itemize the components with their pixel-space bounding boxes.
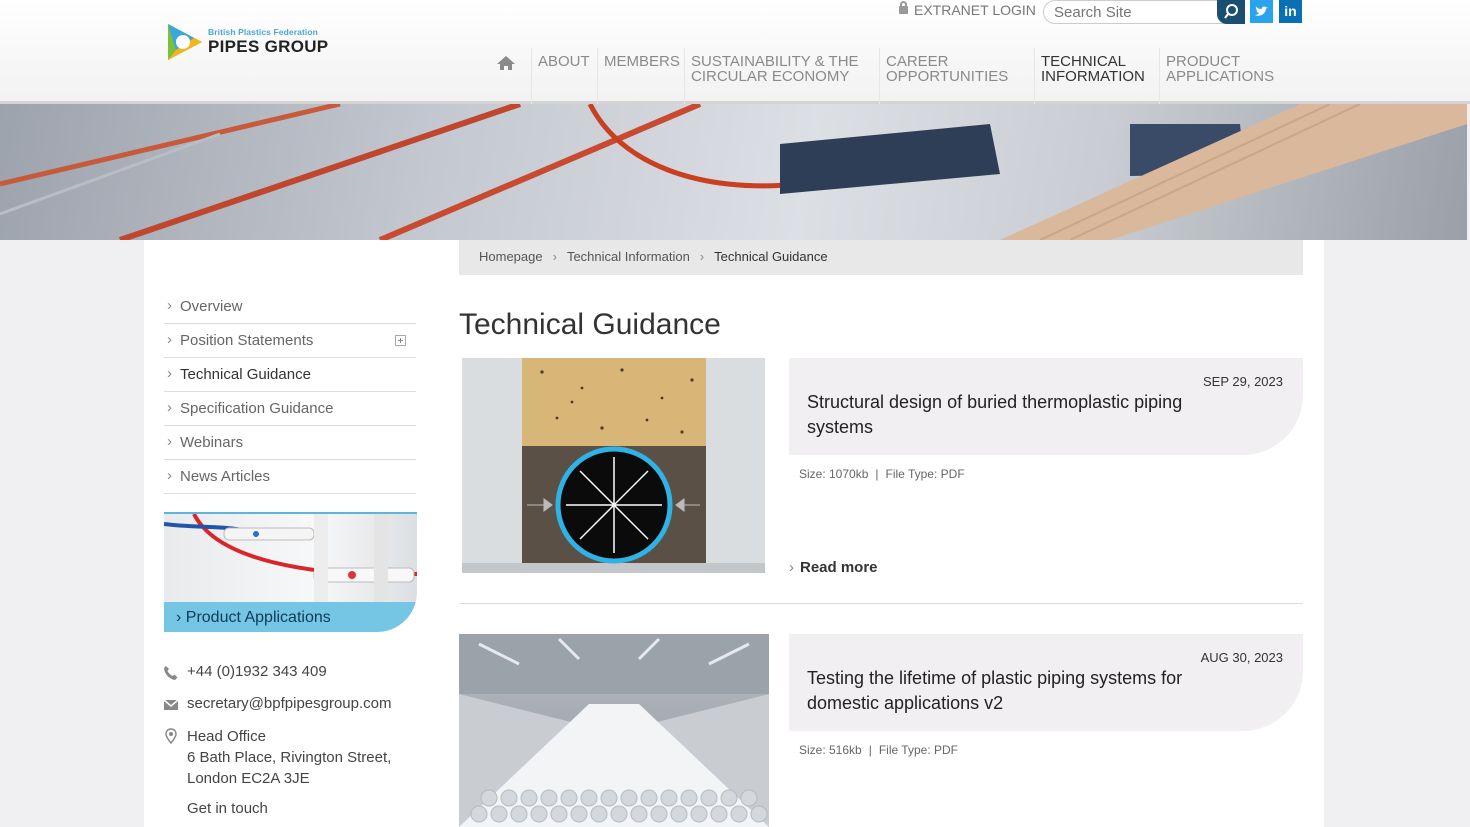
search-box — [1043, 0, 1243, 24]
sidebar-item-label: Position Statements — [180, 332, 314, 349]
article-divider — [459, 603, 1303, 604]
logo-small-text: British Plastics Federation — [208, 27, 318, 37]
breadcrumb-chevron-icon: › — [699, 249, 705, 264]
location-pin-icon — [165, 728, 177, 744]
get-in-touch-label: Get in touch — [187, 800, 268, 817]
article-card-header: AUG 30, 2023 Testing the lifetime of pla… — [789, 634, 1303, 731]
article-title[interactable]: Structural design of buried thermoplasti… — [807, 390, 1237, 440]
extranet-login-label: EXTRANET LOGIN — [914, 2, 1036, 18]
article-thumbnail-buried-pipe[interactable] — [462, 358, 765, 573]
sidebar-item-label: Overview — [180, 298, 243, 315]
breadcrumb-chevron-icon: › — [552, 249, 557, 264]
linkedin-icon[interactable]: in — [1279, 0, 1302, 23]
address-line2: London EC2A 3JE — [187, 770, 310, 787]
article-title[interactable]: Testing the lifetime of plastic piping s… — [807, 666, 1237, 716]
office-title: Head Office — [187, 728, 266, 745]
nav-product-applications[interactable]: PRODUCT APPLICATIONS — [1159, 48, 1274, 104]
nav-technical-information[interactable]: TECHNICAL INFORMATION — [1034, 48, 1145, 104]
home-icon — [497, 56, 515, 70]
address-text: Head Office 6 Bath Place, Rivington Stree… — [187, 726, 391, 789]
search-icon — [1224, 4, 1238, 19]
read-more-label: Read more — [800, 559, 878, 576]
nav-career[interactable]: CAREER OPPORTUNITIES — [879, 48, 1008, 104]
sidebar-item-overview[interactable]: Overview — [164, 289, 416, 324]
sidebar-item-label: Specification Guidance — [180, 400, 334, 417]
article-date: AUG 30, 2023 — [1200, 650, 1283, 665]
promo-label: › Product Applications — [164, 602, 417, 632]
hero-banner-image — [0, 104, 1467, 240]
sidebar-item-position-statements[interactable]: Position Statements — [164, 323, 416, 358]
read-more-link[interactable]: › Read more — [789, 559, 878, 576]
site-logo[interactable]: British Plastics Federation PIPES GROUP — [166, 18, 336, 66]
logo-big-text: PIPES GROUP — [208, 37, 329, 56]
twitter-icon[interactable] — [1250, 0, 1273, 23]
logo-mark-icon — [168, 24, 202, 60]
search-button[interactable] — [1217, 0, 1245, 24]
article-meta: Size: 1070kb | File Type: PDF — [799, 467, 965, 481]
page-title: Technical Guidance — [459, 308, 721, 341]
nav-sustainability[interactable]: SUSTAINABILITY & THE CIRCULAR ECONOMY — [684, 48, 859, 104]
article-meta: Size: 516kb | File Type: PDF — [799, 743, 958, 757]
sidebar-item-label: Webinars — [180, 434, 244, 451]
article-card-header: SEP 29, 2023 Structural design of buried… — [789, 358, 1303, 455]
nav-members[interactable]: MEMBERS — [597, 48, 680, 104]
nav-product-line2: APPLICATIONS — [1166, 68, 1275, 85]
phone-number: +44 (0)1932 343 409 — [187, 663, 327, 680]
breadcrumb: Homepage › Technical Information › Technical… — [459, 240, 1303, 275]
address-line1: 6 Bath Place, Rivington Street, — [187, 749, 392, 766]
breadcrumb-current: Technical Guidance — [714, 249, 828, 264]
file-size: Size: 516kb — [799, 743, 862, 757]
hero-illustration — [0, 104, 1467, 240]
nav-sustainability-line2: CIRCULAR ECONOMY — [691, 68, 850, 85]
site-header: British Plastics Federation PIPES GROUP … — [0, 0, 1470, 104]
file-type: File Type: PDF — [878, 743, 958, 757]
article-date: SEP 29, 2023 — [1203, 374, 1283, 389]
product-applications-promo[interactable]: › Product Applications — [164, 512, 417, 632]
buried-pipe-diagram-icon — [462, 358, 765, 573]
extranet-login-link[interactable]: EXTRANET LOGIN — [899, 1, 1036, 18]
breadcrumb-technical-information[interactable]: Technical Information — [567, 249, 690, 264]
linkedin-label: in — [1284, 3, 1297, 19]
breadcrumb-home[interactable]: Homepage — [479, 249, 543, 264]
search-input[interactable] — [1044, 1, 1214, 23]
pipe-stack-photo-icon — [459, 634, 769, 827]
nav-home[interactable] — [496, 48, 516, 104]
nav-about[interactable]: ABOUT — [531, 48, 590, 104]
envelope-icon — [163, 699, 179, 710]
expand-plus-icon[interactable] — [395, 335, 406, 346]
sidebar-item-webinars[interactable]: Webinars — [164, 425, 416, 460]
nav-about-label: ABOUT — [538, 53, 590, 70]
file-type: File Type: PDF — [885, 467, 965, 481]
sidebar-item-news-articles[interactable]: News Articles — [164, 459, 416, 494]
phone-icon — [164, 666, 178, 680]
nav-members-label: MEMBERS — [604, 53, 680, 70]
email-address: secretary@bpfpipesgroup.com — [187, 695, 392, 712]
lock-icon — [899, 1, 908, 14]
sidebar-item-specification-guidance[interactable]: Specification Guidance — [164, 391, 416, 426]
promo-pipes-image — [164, 514, 417, 602]
file-size: Size: 1070kb — [799, 467, 869, 481]
sidebar-item-label: Technical Guidance — [180, 366, 311, 383]
nav-career-line2: OPPORTUNITIES — [886, 68, 1009, 85]
nav-technical-line2: INFORMATION — [1041, 68, 1145, 85]
article-thumbnail-pipe-stack[interactable] — [459, 634, 769, 827]
side-navigation: Overview Position Statements Technical G… — [164, 289, 416, 494]
sidebar-item-technical-guidance[interactable]: Technical Guidance — [164, 357, 416, 392]
chevron-right-icon: › — [789, 559, 794, 576]
sidebar-item-label: News Articles — [180, 468, 271, 485]
